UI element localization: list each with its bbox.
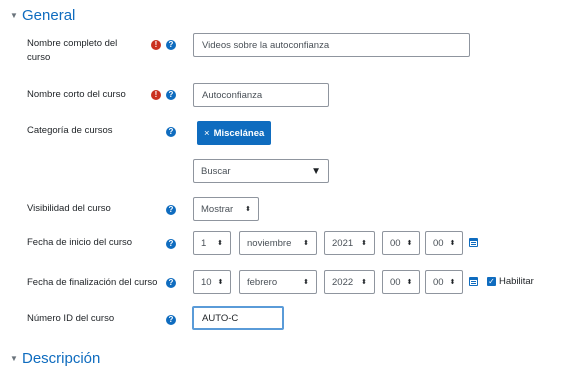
shortname-input[interactable]: Autoconfianza <box>193 83 329 107</box>
remove-icon[interactable]: × <box>204 128 210 139</box>
section-description-title[interactable]: Descripción <box>22 350 100 367</box>
chevron-down-icon[interactable]: ▼ <box>10 11 22 20</box>
category-tag[interactable]: × Miscelánea <box>197 121 272 145</box>
section-description-header[interactable]: ▼ Descripción <box>10 350 100 367</box>
caret-updown-icon: ⬍ <box>245 206 251 213</box>
visibility-value: Mostrar <box>201 203 234 215</box>
enddate-day-select[interactable]: 10 ⬍ <box>193 270 231 294</box>
enddate-month-select[interactable]: febrero ⬍ <box>239 270 317 294</box>
caret-updown-icon: ⬍ <box>406 240 413 247</box>
category-search-select[interactable]: Buscar ▼ <box>193 159 329 183</box>
help-icon[interactable]: ? <box>166 205 176 215</box>
startdate-month-value: noviembre <box>247 237 292 249</box>
help-icon[interactable]: ? <box>166 315 176 325</box>
enddate-month-value: febrero <box>247 276 278 288</box>
enddate-year-value: 2022 <box>332 276 354 288</box>
startdate-hour-select[interactable]: 00 ⬍ <box>382 231 420 255</box>
startdate-year-select[interactable]: 2021 ⬍ <box>324 231 375 255</box>
startdate-minute-value: 00 <box>433 237 444 249</box>
startdate-hour-value: 00 <box>390 237 401 249</box>
section-general-title[interactable]: General <box>22 7 75 24</box>
caret-down-icon: ▼ <box>311 165 321 177</box>
help-icon[interactable]: ? <box>166 40 176 50</box>
enddate-year-select[interactable]: 2022 ⬍ <box>324 270 375 294</box>
startdate-month-select[interactable]: noviembre ⬍ <box>239 231 317 255</box>
caret-updown-icon: ⬍ <box>303 279 309 286</box>
visibility-select[interactable]: Mostrar ⬍ <box>193 197 259 221</box>
caret-updown-icon: ⬍ <box>361 240 367 247</box>
shortname-label: Nombre corto del curso <box>27 89 126 100</box>
calendar-icon[interactable] <box>469 238 478 247</box>
caret-updown-icon: ⬍ <box>406 279 413 286</box>
required-icon: ! <box>151 90 161 100</box>
startdate-label: Fecha de inicio del curso <box>27 237 133 248</box>
help-icon[interactable]: ? <box>166 127 176 137</box>
startdate-year-value: 2021 <box>332 237 354 249</box>
enable-label[interactable]: Habilitar <box>499 276 534 288</box>
fullname-input[interactable]: Videos sobre la autoconfianza <box>193 33 470 57</box>
chevron-down-icon[interactable]: ▼ <box>10 354 22 363</box>
caret-updown-icon: ⬍ <box>217 240 223 247</box>
enddate-minute-select[interactable]: 00 ⬍ <box>425 270 463 294</box>
caret-updown-icon: ⬍ <box>217 279 224 286</box>
enddate-hour-select[interactable]: 00 ⬍ <box>382 270 420 294</box>
startdate-day-value: 1 <box>201 237 207 249</box>
caret-updown-icon: ⬍ <box>449 279 456 286</box>
category-search-placeholder: Buscar <box>201 165 231 177</box>
idnumber-input[interactable]: AUTO-C <box>192 306 284 330</box>
caret-updown-icon: ⬍ <box>449 240 456 247</box>
enddate-label: Fecha de finalización del curso <box>27 277 158 288</box>
calendar-icon[interactable] <box>469 277 478 286</box>
visibility-label: Visibilidad del curso <box>27 203 111 214</box>
caret-updown-icon: ⬍ <box>361 279 367 286</box>
required-icon: ! <box>151 40 161 50</box>
section-general-header[interactable]: ▼ General <box>10 7 75 24</box>
enddate-hour-value: 00 <box>390 276 401 288</box>
fullname-label: Nombre completo del curso <box>27 38 118 63</box>
idnumber-label: Número ID del curso <box>27 313 115 324</box>
enable-checkbox[interactable]: ✓ <box>487 277 496 286</box>
startdate-minute-select[interactable]: 00 ⬍ <box>425 231 463 255</box>
help-icon[interactable]: ? <box>166 90 176 100</box>
enddate-day-value: 10 <box>201 276 212 288</box>
enddate-minute-value: 00 <box>433 276 444 288</box>
startdate-day-select[interactable]: 1 ⬍ <box>193 231 231 255</box>
help-icon[interactable]: ? <box>166 278 176 288</box>
caret-updown-icon: ⬍ <box>303 240 309 247</box>
category-tag-label: Miscelánea <box>213 127 265 139</box>
help-icon[interactable]: ? <box>166 239 176 249</box>
category-label: Categoría de cursos <box>27 125 113 136</box>
